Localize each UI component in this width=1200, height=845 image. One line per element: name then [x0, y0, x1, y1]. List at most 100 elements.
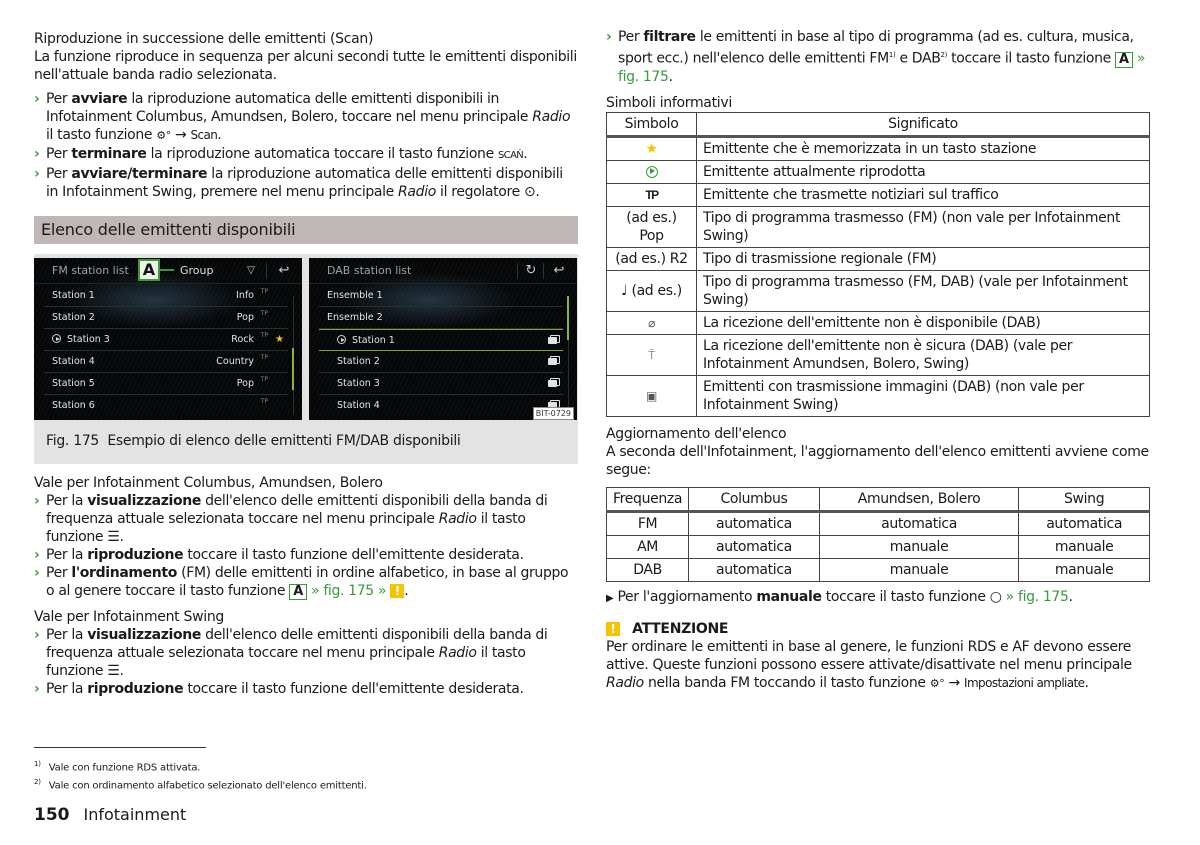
columbus-bullet-play: › Per la riproduzione toccare il tasto f…: [34, 547, 524, 563]
bullet-marker-icon: ›: [34, 166, 40, 182]
marker-a: A: [138, 259, 160, 281]
symbol-row: (ad es.) R2 Tipo di trasmissione regiona…: [606, 246, 1150, 271]
fm-station-rows: Station 1 Info TP Station 2 Pop TP Station 3…: [34, 285, 288, 417]
bullet-marker-icon: ›: [34, 565, 40, 581]
symbol-row: ⌀ La ricezione dell'emittente non è disp…: [606, 310, 1150, 335]
warning-title: ATTENZIONE: [632, 620, 729, 637]
warning-title-row: ! ATTENZIONE: [606, 620, 1150, 638]
figure-caption: Fig. 175 Esempio di elenco delle emitten…: [34, 422, 578, 462]
refresh-icon: ○: [989, 588, 1002, 605]
footnote-1: 1) Vale con funzione RDS attivata.: [34, 760, 201, 774]
symbol-row: ⍑ La ricezione dell'emittente non è sicu…: [606, 333, 1150, 376]
tp-icon: TP: [645, 187, 659, 202]
fm-station-row[interactable]: Station 6 TP: [44, 395, 288, 417]
symbol-row: ▣ Emittenti con trasmissione immagini (D…: [606, 374, 1150, 417]
back-icon[interactable]: ↩: [547, 258, 571, 284]
footnote-divider: [34, 747, 206, 748]
fm-station-row-playing[interactable]: Station 3 Rock TP ★: [44, 329, 288, 351]
col-amundsen-bolero: Amundsen, Bolero: [818, 486, 1020, 513]
symbol-row: TP Emittente che trasmette notiziari sul…: [606, 182, 1150, 207]
star-icon: ★: [645, 140, 658, 157]
knob-icon: ⊙: [523, 184, 536, 200]
bullet-marker-icon: ›: [34, 146, 40, 162]
fm-station-row[interactable]: Station 4 Country TP: [44, 351, 288, 373]
bullet-marker-icon: ›: [34, 547, 40, 563]
regional-icon: (ad es.) R2: [606, 246, 697, 271]
weak-reception-icon: ⍑: [648, 347, 655, 362]
page-footer: 150 Infotainment: [34, 804, 186, 826]
dab-scroll-thumb[interactable]: [567, 296, 569, 340]
symbols-heading: Simboli informativi: [606, 94, 732, 111]
extended-settings-key: Impostazioni ampliate: [964, 675, 1085, 690]
bullet-marker-icon: ›: [34, 493, 40, 509]
col-frequency: Frequenza: [605, 486, 690, 513]
star-icon: ★: [275, 334, 284, 345]
bullet-marker-icon: ›: [34, 627, 40, 643]
dropdown-icon[interactable]: ▽: [242, 258, 260, 284]
dab-station-row[interactable]: Station 3: [319, 373, 563, 395]
page-number: 150: [34, 805, 70, 825]
swing-bullet-display: › Per la visualizzazione dell'elenco del…: [34, 627, 548, 679]
bullet-marker-icon: ›: [34, 91, 40, 107]
symbol-row: ★ Emittente che è memorizzata in un tast…: [606, 135, 1150, 161]
triangle-bullet-icon: ▶: [606, 592, 614, 604]
slideshow-icon: ▣: [646, 388, 657, 403]
marker-a-leader: [160, 269, 174, 271]
slideshow-icon: [548, 356, 560, 365]
scan-stop-key: SCAŃ: [497, 150, 524, 161]
symbol-row: Emittente attualmente riprodotta: [606, 159, 1150, 184]
play-circle-icon: [52, 334, 61, 343]
figure-175: FM station list A Group ▽ ↩ Station 1 Inf…: [34, 254, 578, 464]
fm-station-row[interactable]: Station 2 Pop TP: [44, 307, 288, 329]
columbus-heading: Vale per Infotainment Columbus, Amundsen…: [34, 475, 383, 491]
dab-screen-title: DAB station list: [327, 264, 412, 277]
group-button[interactable]: Group: [180, 258, 214, 284]
bullet-marker-icon: ›: [34, 681, 40, 697]
update-table: Frequenza Columbus Amundsen, Bolero Swin…: [605, 486, 1150, 582]
settings-icon: ⚙°: [929, 676, 945, 690]
symbols-table: Simbolo Significato ★ Emittente che è me…: [606, 111, 1150, 417]
no-reception-icon: ⌀: [648, 315, 655, 330]
bullet-marker-icon: ›: [606, 29, 612, 45]
col-meaning: Significato: [696, 111, 1150, 138]
warning-icon[interactable]: !: [390, 584, 405, 598]
col-swing: Swing: [1018, 486, 1150, 513]
col-symbol: Simbolo: [606, 111, 697, 138]
filter-bullet: › Per filtrare le emittenti in base al t…: [606, 29, 1146, 85]
update-row: DAB automatica manuale manuale: [605, 557, 1150, 582]
scan-heading: Riproduzione in successione delle emitte…: [34, 31, 374, 47]
dab-station-row[interactable]: Station 2: [319, 351, 563, 373]
dab-station-list-screen: DAB station list ↻ ↩ Ensemble 1 Ensemble…: [309, 258, 577, 420]
symbol-row: (ad es.) Pop Tipo di programma trasmesso…: [606, 205, 1150, 248]
scan-key: Scan: [190, 128, 218, 142]
dab-ensemble-row[interactable]: Ensemble 2: [319, 307, 563, 329]
scan-bullet-swing: › Per avviare/terminare la riproduzione …: [34, 166, 563, 200]
refresh-icon[interactable]: ↻: [521, 258, 541, 284]
col-columbus: Columbus: [688, 486, 820, 513]
dab-ensemble-row[interactable]: Ensemble 1: [319, 285, 563, 307]
fm-station-row[interactable]: Station 1 Info TP: [44, 285, 288, 307]
footnote-2: 2) Vale con ordinamento alfabetico selezi…: [34, 778, 367, 792]
chapter-title: Infotainment: [83, 805, 187, 824]
function-key-a: A: [1115, 51, 1133, 68]
symbol-row: ♩ (ad es.) Tipo di programma trasmesso (…: [606, 269, 1150, 312]
fm-scroll-thumb[interactable]: [292, 348, 294, 390]
dab-screen-header: DAB station list ↻ ↩: [309, 258, 577, 284]
warning-block: ! ATTENZIONE Per ordinare le emittenti i…: [606, 620, 1150, 693]
dab-station-row[interactable]: Station 4: [319, 395, 563, 417]
fm-station-row[interactable]: Station 5 Pop TP: [44, 373, 288, 395]
update-intro: A seconda dell'Infotainment, l'aggiornam…: [606, 443, 1149, 478]
function-key-a: A: [289, 584, 307, 600]
columbus-bullet-sort: › Per l'ordinamento (FM) delle emittenti…: [34, 565, 569, 600]
fm-station-list-screen: FM station list A Group ▽ ↩ Station 1 Inf…: [34, 258, 302, 420]
warning-text: Per ordinare le emittenti in base al gen…: [606, 638, 1132, 691]
play-circle-icon: [337, 335, 346, 344]
dab-station-row-playing[interactable]: Station 1: [319, 329, 563, 351]
section-title: Elenco delle emittenti disponibili: [34, 216, 578, 244]
swing-heading: Vale per Infotainment Swing: [34, 609, 225, 625]
figure-link[interactable]: » fig. 175: [1006, 589, 1069, 605]
footnotes: 1) Vale con funzione RDS attivata. 2) Vale…: [34, 757, 367, 794]
back-icon[interactable]: ↩: [272, 258, 296, 284]
figure-link[interactable]: » fig. 175 »: [311, 583, 387, 599]
figure-code: BIT-0729: [532, 407, 574, 420]
